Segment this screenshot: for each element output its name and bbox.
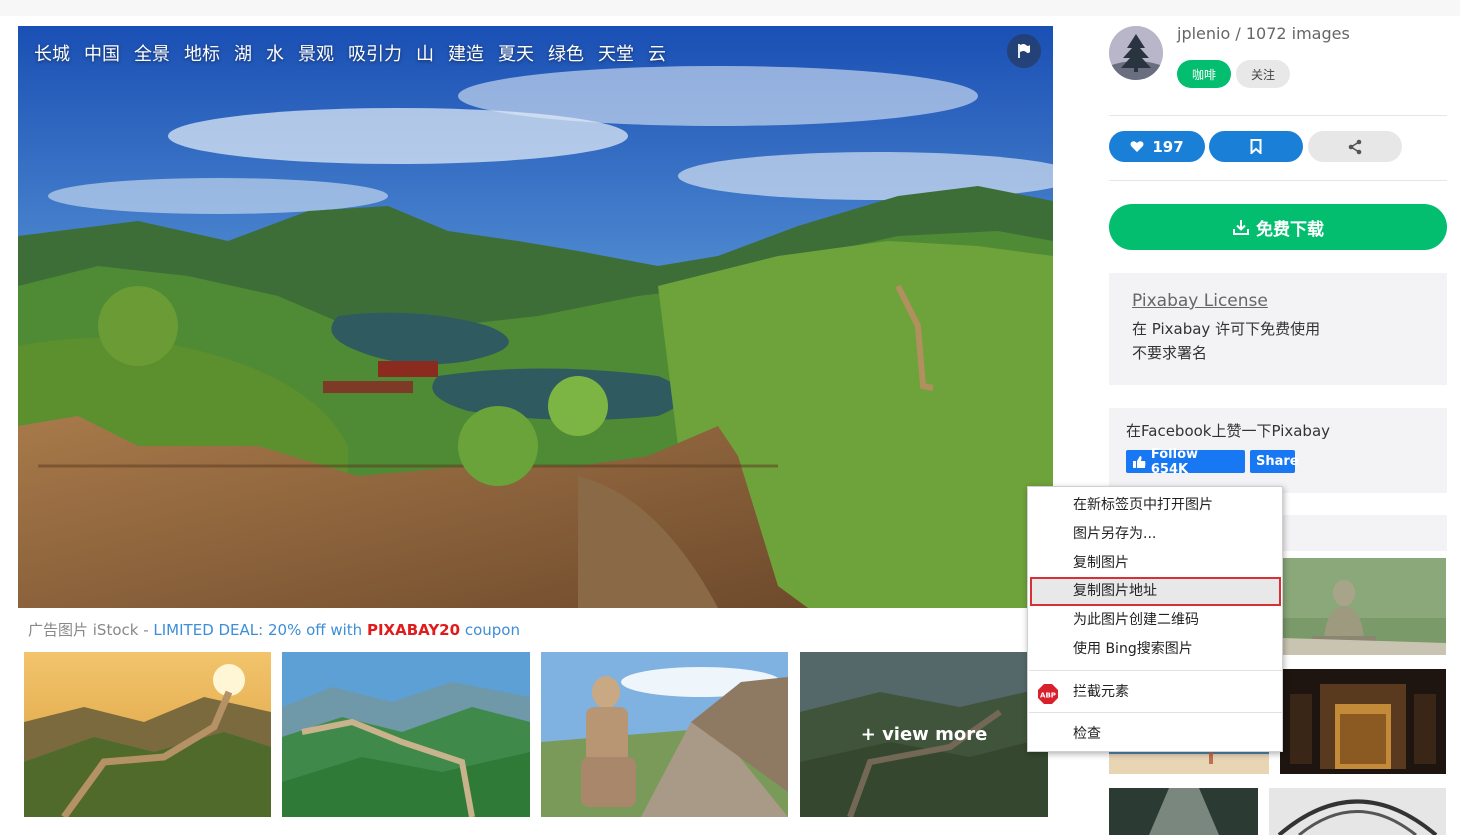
tag-link[interactable]: 地标	[184, 40, 220, 66]
related-thumb[interactable]	[282, 652, 530, 817]
tag-link[interactable]: 水	[266, 40, 284, 66]
sidebar-image	[1280, 669, 1446, 774]
tag-link[interactable]: 夏天	[498, 40, 534, 66]
avatar-image	[1109, 26, 1163, 80]
thumbs-up-icon	[1132, 455, 1146, 468]
follow-button[interactable]: 关注	[1236, 60, 1290, 88]
free-download-button[interactable]: 免费下载	[1109, 204, 1447, 250]
facebook-share-button[interactable]: Share	[1250, 450, 1299, 473]
bookmark-button[interactable]	[1209, 131, 1303, 162]
tag-link[interactable]: 景观	[298, 40, 334, 66]
related-thumb[interactable]	[24, 652, 271, 817]
view-more-label[interactable]: + view more	[800, 652, 1048, 817]
share-icon	[1348, 139, 1362, 154]
context-menu: 在新标签页中打开图片 图片另存为... 复制图片 复制图片地址 为此图片创建二维…	[1027, 486, 1283, 752]
author-avatar[interactable]	[1109, 26, 1163, 80]
svg-text:ABP: ABP	[1040, 692, 1056, 700]
ad-coupon-code[interactable]: PIXABAY20	[367, 621, 460, 639]
tag-link[interactable]: 天堂	[598, 40, 634, 66]
facebook-share-label: Share	[1256, 454, 1299, 469]
ad-prefix: 广告图片 iStock -	[28, 621, 154, 639]
menu-block-element-label: 拦截元素	[1073, 684, 1129, 700]
menu-inspect[interactable]: 检查	[1028, 720, 1282, 749]
menu-copy-image[interactable]: 复制图片	[1028, 549, 1282, 578]
tag-link[interactable]: 长城	[34, 40, 70, 66]
related-image	[541, 652, 788, 817]
coffee-button[interactable]: 咖啡	[1177, 60, 1231, 88]
divider	[1109, 180, 1447, 181]
menu-block-element[interactable]: ABP 拦截元素	[1028, 678, 1282, 707]
facebook-follow-label: Follow 654K	[1150, 446, 1199, 477]
menu-copy-image-address[interactable]: 复制图片地址	[1030, 577, 1281, 606]
ad-line[interactable]: 广告图片 iStock - LIMITED DEAL: 20% off with…	[28, 619, 520, 640]
related-view-more[interactable]: + view more	[800, 652, 1048, 817]
share-button[interactable]	[1308, 131, 1402, 162]
download-icon	[1233, 220, 1249, 235]
main-photo[interactable]: 长城 中国 全景 地标 湖 水 景观 吸引力 山 建造 夏天 绿色 天堂 云	[18, 26, 1053, 608]
tag-link[interactable]: 吸引力	[348, 40, 402, 66]
sidebar-thumb[interactable]	[1282, 558, 1446, 655]
tag-link[interactable]: 云	[648, 40, 666, 66]
adblock-plus-icon: ABP	[1038, 684, 1058, 704]
tag-link[interactable]: 山	[416, 40, 434, 66]
menu-separator	[1029, 712, 1282, 713]
like-button[interactable]: 197	[1109, 131, 1205, 162]
report-flag-button[interactable]	[1007, 34, 1041, 68]
license-box: Pixabay License 在 Pixabay 许可下免费使用 不要求署名	[1109, 273, 1447, 385]
sidebar-thumb[interactable]	[1280, 669, 1446, 774]
sidebar-image	[1109, 788, 1258, 835]
facebook-box: 在Facebook上赞一下Pixabay Follow 654K Share	[1109, 408, 1447, 493]
divider	[1109, 115, 1447, 116]
related-image	[24, 652, 271, 817]
download-label: 免费下载	[1256, 219, 1324, 240]
flag-icon	[1018, 44, 1030, 58]
sidebar-thumb[interactable]	[1269, 788, 1446, 835]
ad-suffix[interactable]: coupon	[460, 621, 520, 639]
tag-link[interactable]: 湖	[234, 40, 252, 66]
author-name[interactable]: jplenio / 1072 images	[1177, 24, 1350, 43]
license-line: 在 Pixabay 许可下免费使用	[1132, 320, 1321, 338]
bookmark-icon	[1250, 139, 1262, 154]
menu-separator	[1029, 670, 1282, 671]
photo-tags: 长城 中国 全景 地标 湖 水 景观 吸引力 山 建造 夏天 绿色 天堂 云	[34, 40, 666, 66]
tag-link[interactable]: 建造	[448, 40, 484, 66]
main-photo-image	[18, 26, 1053, 608]
tag-link[interactable]: 中国	[84, 40, 120, 66]
menu-open-image-new-tab[interactable]: 在新标签页中打开图片	[1028, 491, 1282, 520]
menu-create-qr-code[interactable]: 为此图片创建二维码	[1028, 606, 1282, 635]
sidebar-thumb[interactable]	[1109, 788, 1258, 835]
top-bar	[0, 0, 1460, 16]
license-link[interactable]: Pixabay License	[1132, 291, 1268, 311]
facebook-follow-button[interactable]: Follow 654K	[1126, 447, 1245, 477]
facebook-text: 在Facebook上赞一下Pixabay	[1126, 422, 1331, 440]
heart-icon	[1130, 141, 1144, 152]
related-image	[282, 652, 530, 817]
related-thumb[interactable]	[541, 652, 788, 817]
sidebar-image	[1282, 558, 1446, 655]
menu-search-image-bing[interactable]: 使用 Bing搜索图片	[1028, 635, 1282, 664]
like-count: 197	[1152, 137, 1184, 156]
tag-link[interactable]: 绿色	[548, 40, 584, 66]
license-line: 不要求署名	[1132, 344, 1208, 362]
sidebar-image	[1269, 788, 1446, 835]
menu-save-image-as[interactable]: 图片另存为...	[1028, 520, 1282, 549]
tag-link[interactable]: 全景	[134, 40, 170, 66]
ad-deal-text[interactable]: LIMITED DEAL: 20% off with	[153, 621, 367, 639]
